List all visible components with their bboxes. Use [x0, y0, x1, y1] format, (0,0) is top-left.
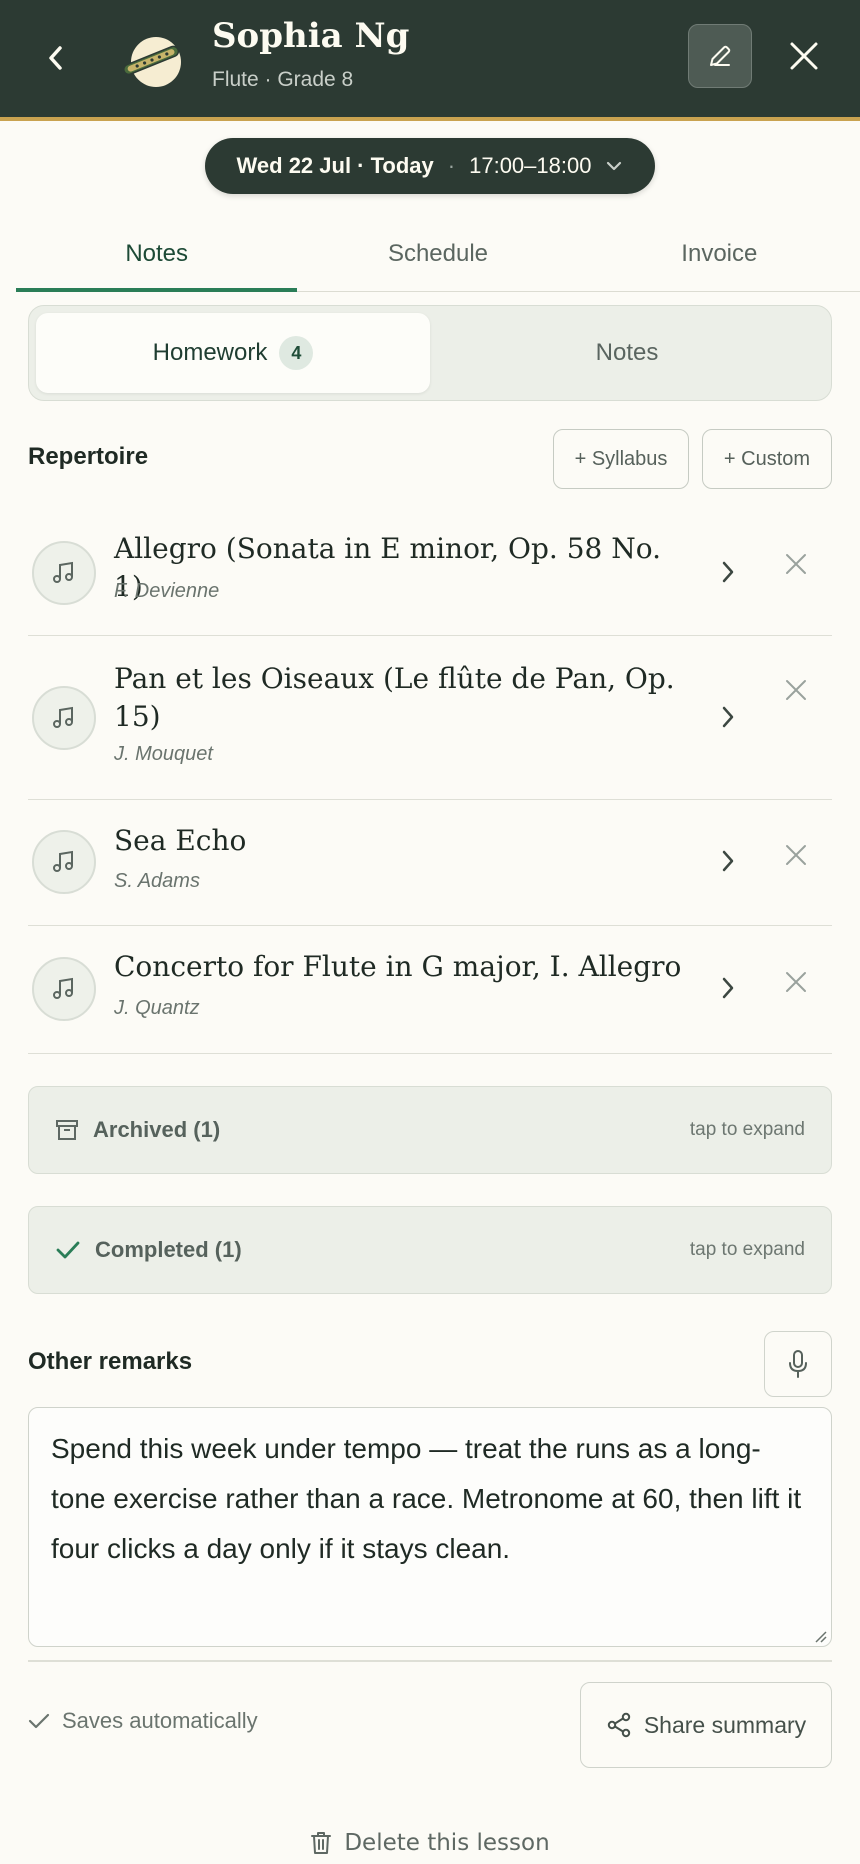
checkmark-icon: [28, 1713, 50, 1729]
completed-label: Completed (1): [95, 1237, 242, 1262]
chevron-left-icon: [49, 46, 62, 70]
segment-homework[interactable]: Homework 4: [36, 313, 430, 393]
remove-icon[interactable]: [776, 544, 816, 584]
other-remarks-title: Other remarks: [28, 1348, 193, 1375]
segment-notes[interactable]: Notes: [430, 313, 824, 393]
autosave-status: Saves automatically: [28, 1708, 258, 1734]
repertoire-item-title: Sea Echo: [114, 824, 247, 857]
music-note-icon: [32, 686, 96, 750]
repertoire-item-title: Pan et les Oiseaux (Le flûte de Pan, Op.…: [114, 662, 675, 733]
segment-homework-label: Homework: [152, 339, 268, 366]
lesson-date: Wed 22 Jul · Today: [236, 153, 434, 178]
delete-lesson-label: Delete this lesson: [344, 1830, 550, 1856]
lesson-header: Sophia Ng Flute · Grade 8: [0, 0, 860, 121]
tab-invoice[interactable]: Invoice: [579, 216, 860, 291]
repertoire-title: Repertoire: [28, 443, 149, 470]
repertoire-item[interactable]: Concerto for Flute in G major, I. Allegr…: [28, 926, 832, 1054]
chevron-right-icon[interactable]: [708, 552, 748, 592]
share-summary-label: Share summary: [643, 1711, 807, 1738]
repertoire-item[interactable]: Allegro (Sonata in E minor, Op. 58 No. 1…: [28, 510, 832, 636]
trash-icon: [311, 1832, 332, 1854]
chevron-down-icon: [607, 161, 622, 171]
music-note-icon: [32, 830, 96, 894]
date-separator: ·: [447, 153, 456, 178]
completed-section[interactable]: Completed (1) tap to expand: [28, 1206, 832, 1294]
checkmark-icon: [56, 1241, 80, 1259]
resize-handle-icon[interactable]: [812, 1628, 828, 1644]
other-remarks-textarea[interactable]: Spend this week under tempo — treat the …: [28, 1407, 832, 1647]
music-note-icon: [32, 957, 96, 1021]
pencil-icon: [710, 45, 731, 66]
completed-hint: tap to expand: [689, 1239, 805, 1260]
repertoire-item[interactable]: Pan et les Oiseaux (Le flûte de Pan, Op.…: [28, 636, 832, 800]
remove-icon[interactable]: [776, 962, 816, 1002]
add-custom-button[interactable]: + Custom: [702, 429, 832, 489]
share-summary-button[interactable]: Share summary: [580, 1682, 832, 1768]
repertoire-item-composer: J. Quantz: [114, 997, 200, 1019]
flute-avatar-icon: [123, 37, 181, 87]
chevron-right-icon[interactable]: [708, 968, 748, 1008]
footer-divider: [28, 1660, 832, 1662]
remove-icon[interactable]: [776, 670, 816, 710]
add-syllabus-button[interactable]: + Syllabus: [553, 429, 689, 489]
homework-count-badge: 4: [279, 336, 314, 370]
music-note-icon: [32, 541, 96, 605]
edit-button[interactable]: [688, 24, 752, 88]
close-button[interactable]: [776, 24, 832, 88]
archived-hint: tap to expand: [689, 1119, 805, 1140]
archived-label: Archived (1): [93, 1117, 221, 1142]
microphone-icon: [789, 1350, 807, 1378]
archive-box-icon: [56, 1120, 78, 1140]
close-icon: [790, 42, 818, 70]
chevron-right-icon[interactable]: [708, 697, 748, 737]
tab-notes[interactable]: Notes: [16, 216, 298, 292]
archived-section[interactable]: Archived (1) tap to expand: [28, 1086, 832, 1174]
lesson-tabs: Notes Schedule Invoice: [16, 216, 860, 292]
delete-lesson-button[interactable]: Delete this lesson: [0, 1830, 860, 1856]
remove-icon[interactable]: [776, 835, 816, 875]
repertoire-item-composer: S. Adams: [114, 870, 200, 892]
repertoire-item[interactable]: Sea Echo S. Adams: [28, 800, 832, 926]
repertoire-item-composer: J. Mouquet: [114, 743, 213, 765]
lesson-date-selector[interactable]: Wed 22 Jul · Today · 17:00–18:00: [205, 138, 655, 194]
lesson-time: 17:00–18:00: [469, 153, 592, 178]
homework-notes-toggle: Homework 4 Notes: [28, 305, 832, 401]
student-subtitle: Flute · Grade 8: [212, 68, 354, 91]
share-icon: [607, 1712, 631, 1738]
dictate-button[interactable]: [764, 1331, 832, 1397]
tab-schedule[interactable]: Schedule: [297, 216, 578, 291]
repertoire-item-title: Concerto for Flute in G major, I. Allegr…: [114, 950, 682, 983]
student-name: Sophia Ng: [212, 16, 410, 56]
repertoire-item-composer: F. Devienne: [114, 580, 220, 602]
chevron-right-icon[interactable]: [708, 841, 748, 881]
autosave-text: Saves automatically: [62, 1708, 258, 1733]
back-button[interactable]: [40, 38, 70, 78]
